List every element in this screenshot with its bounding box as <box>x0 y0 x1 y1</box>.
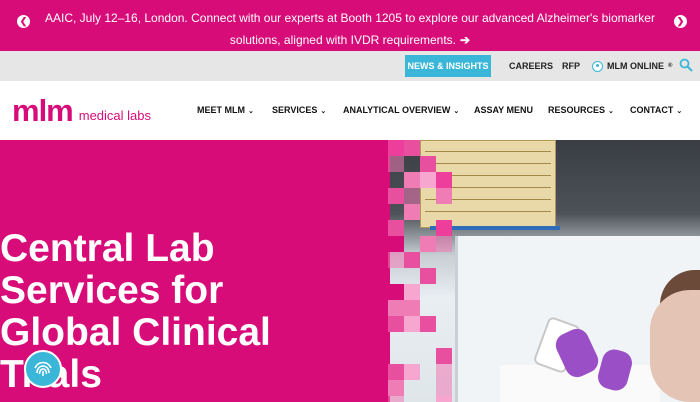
nav-label: CONTACT <box>630 105 674 115</box>
mosaic-tile <box>388 236 404 252</box>
nav-item-meet-mlm[interactable]: MEET MLM ⌄ <box>197 81 254 140</box>
mosaic-tile <box>388 140 404 156</box>
nav-item-resources[interactable]: RESOURCES ⌄ <box>548 81 614 140</box>
news-insights-button[interactable]: NEWS & INSIGHTS <box>405 55 491 77</box>
hero-banner: Central Lab Services for Global Clinical… <box>0 140 700 402</box>
mosaic-tile <box>436 188 452 204</box>
announcement-text[interactable]: AAIC, July 12–16, London. Connect with o… <box>30 7 670 51</box>
user-icon <box>592 60 603 72</box>
chevron-down-icon: ⌄ <box>608 108 614 115</box>
nav-label: ANALYTICAL OVERVIEW <box>343 105 451 115</box>
mosaic-tile <box>420 268 436 284</box>
mosaic-tile <box>388 156 404 172</box>
mosaic-tile <box>420 236 436 252</box>
mosaic-tile <box>436 172 452 188</box>
mosaic-tile <box>388 364 404 380</box>
mosaic-tile <box>404 172 420 188</box>
mosaic-tile <box>436 348 452 364</box>
nav-label: ASSAY MENU <box>474 105 534 115</box>
nav-item-analytical-overview[interactable]: ANALYTICAL OVERVIEW ⌄ <box>343 81 459 140</box>
chevron-left-icon[interactable]: ❮ <box>17 15 30 28</box>
mlm-online-label: MLM ONLINE <box>607 61 664 71</box>
mosaic-tile <box>388 380 404 396</box>
mosaic-tile <box>420 316 436 332</box>
mosaic-tile <box>404 188 420 204</box>
nav-label: RESOURCES <box>548 105 606 115</box>
nav-item-contact[interactable]: CONTACT ⌄ <box>630 81 682 140</box>
fingerprint-icon <box>34 361 52 376</box>
registered-mark: ® <box>668 63 673 69</box>
announcement-message[interactable]: AAIC, July 12–16, London. Connect with o… <box>45 11 655 47</box>
nav-label: SERVICES <box>272 105 318 115</box>
nav-item-assay-menu[interactable]: ASSAY MENU <box>474 81 533 140</box>
mosaic-tile <box>404 252 420 268</box>
mosaic-tile <box>436 220 452 236</box>
announcement-bar: ❮ AAIC, July 12–16, London. Connect with… <box>0 0 700 51</box>
scientist-face <box>650 290 700 402</box>
main-nav: mlm medical labs MEET MLM ⌄ SERVICES ⌄ ANA… <box>0 81 700 140</box>
chevron-down-icon: ⌄ <box>248 108 254 115</box>
chevron-down-icon: ⌄ <box>453 108 460 115</box>
careers-link[interactable]: CAREERS <box>509 51 553 81</box>
mosaic-tile <box>436 396 452 402</box>
mosaic-tile <box>388 220 404 236</box>
mosaic-tile <box>388 316 404 332</box>
mosaic-tile <box>420 156 436 172</box>
chevron-down-icon: ⌄ <box>320 108 327 115</box>
arrow-right-icon[interactable]: ➔ <box>460 33 470 47</box>
mosaic-tile <box>388 396 404 402</box>
mosaic-tile <box>420 172 436 188</box>
mosaic-tile <box>404 284 420 300</box>
logo-tagline: medical labs <box>78 108 152 123</box>
logo[interactable]: mlm medical labs <box>12 93 152 128</box>
mosaic-tile <box>388 252 404 268</box>
chevron-down-icon: ⌄ <box>676 108 683 115</box>
mlm-online-link[interactable]: MLM ONLINE ® <box>592 51 672 81</box>
mosaic-tile <box>404 204 420 220</box>
search-icon[interactable] <box>679 58 693 72</box>
utility-bar: NEWS & INSIGHTS CAREERS RFP MLM ONLINE ® <box>0 51 700 81</box>
rfp-link[interactable]: RFP <box>562 51 580 81</box>
accessibility-button[interactable] <box>24 350 62 388</box>
logo-mark: mlm <box>12 93 74 128</box>
mosaic-tile <box>404 364 420 380</box>
chevron-right-icon[interactable]: ❯ <box>674 15 687 28</box>
mosaic-tile <box>388 284 404 300</box>
mosaic-tile <box>404 140 420 156</box>
mosaic-tile <box>388 300 404 316</box>
nav-label: MEET MLM <box>197 105 245 115</box>
nav-item-services[interactable]: SERVICES ⌄ <box>272 81 326 140</box>
mosaic-tile <box>404 300 420 316</box>
mosaic-tile <box>436 236 452 252</box>
mosaic-tile <box>436 364 452 380</box>
mosaic-tile <box>388 188 404 204</box>
mosaic-tile <box>404 316 420 332</box>
mosaic-tile <box>436 380 452 396</box>
